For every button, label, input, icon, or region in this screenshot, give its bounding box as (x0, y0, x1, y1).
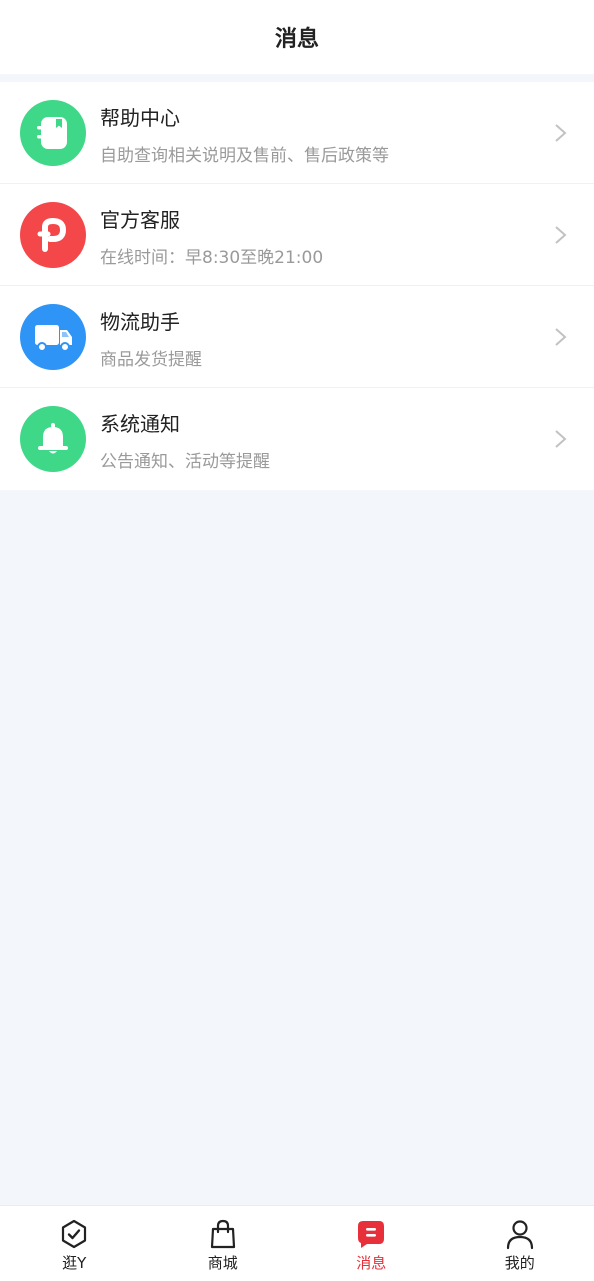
bottom-tab-bar: 逛Y 商城 消息 我的 (0, 1205, 594, 1281)
tab-mine[interactable]: 我的 (446, 1206, 594, 1281)
item-title: 系统通知 (100, 408, 180, 437)
list-item-official-service[interactable]: 官方客服 在线时间：早8:30至晚21:00 (0, 184, 594, 286)
item-title: 帮助中心 (100, 102, 180, 131)
help-book-icon (20, 100, 86, 166)
item-subtitle: 商品发货提醒 (100, 345, 202, 370)
tab-messages[interactable]: 消息 (297, 1206, 446, 1281)
chevron-right-icon (550, 122, 570, 144)
chevron-right-icon (550, 326, 570, 348)
tab-browse[interactable]: 逛Y (0, 1206, 149, 1281)
list-item-help-center[interactable]: 帮助中心 自助查询相关说明及售前、售后政策等 (0, 82, 594, 184)
person-icon (504, 1218, 536, 1250)
item-title: 官方客服 (100, 204, 180, 233)
tab-label: 我的 (505, 1252, 535, 1273)
truck-icon (20, 304, 86, 370)
item-subtitle: 公告通知、活动等提醒 (100, 447, 270, 472)
message-list: 帮助中心 自助查询相关说明及售前、售后政策等 官方客服 在线时间：早8:30至晚… (0, 82, 594, 490)
shopping-bag-icon (207, 1218, 239, 1250)
service-p-icon (20, 202, 86, 268)
page-header: 消息 (0, 0, 594, 74)
tab-label: 消息 (356, 1252, 386, 1273)
hexagon-check-icon (58, 1218, 90, 1250)
page-title: 消息 (275, 21, 319, 53)
tab-mall[interactable]: 商城 (149, 1206, 298, 1281)
item-subtitle: 自助查询相关说明及售前、售后政策等 (100, 141, 389, 166)
chevron-right-icon (550, 224, 570, 246)
chevron-right-icon (550, 428, 570, 450)
list-item-logistics[interactable]: 物流助手 商品发货提醒 (0, 286, 594, 388)
list-item-system-notice[interactable]: 系统通知 公告通知、活动等提醒 (0, 388, 594, 490)
tab-label: 逛Y (62, 1252, 86, 1273)
bell-icon (20, 406, 86, 472)
message-icon (355, 1218, 387, 1250)
tab-label: 商城 (208, 1252, 238, 1273)
item-subtitle: 在线时间：早8:30至晚21:00 (100, 243, 323, 268)
item-title: 物流助手 (100, 306, 180, 335)
